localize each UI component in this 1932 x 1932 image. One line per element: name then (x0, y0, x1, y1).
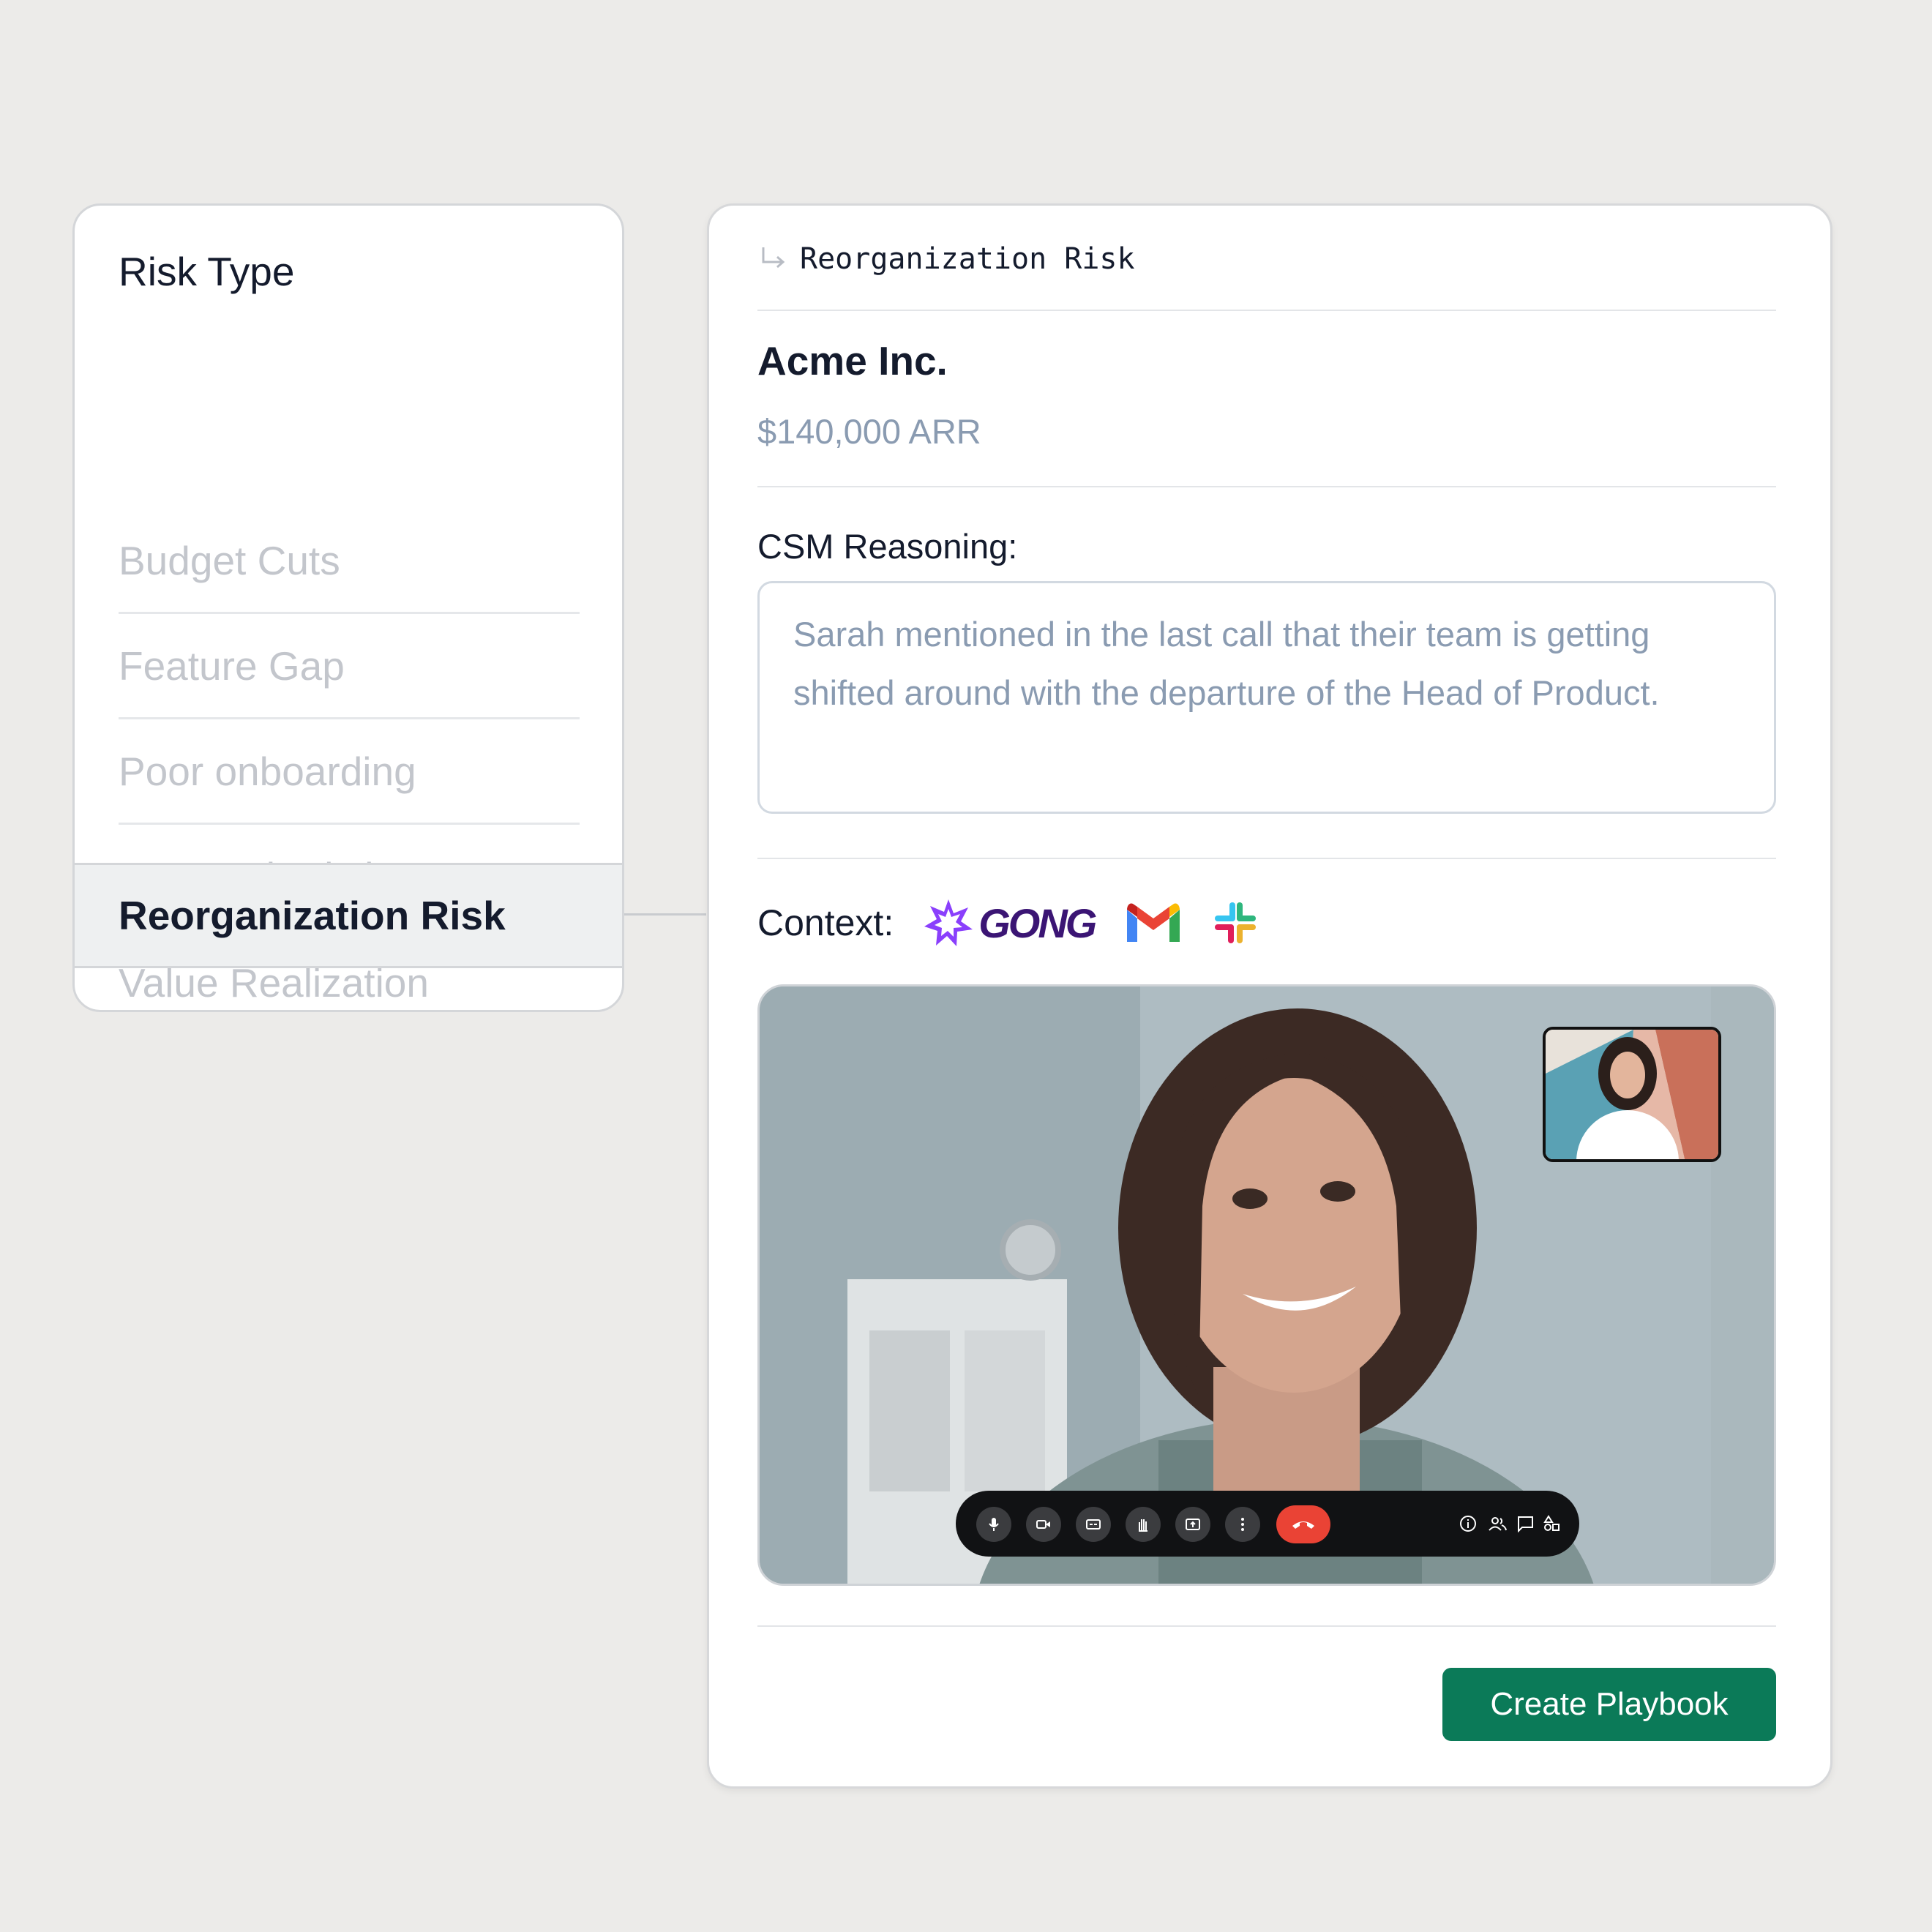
camera-icon[interactable] (1026, 1507, 1061, 1542)
context-label: Context: (757, 902, 894, 943)
captions-icon[interactable] (1076, 1507, 1111, 1542)
breadcrumb: Reorganization Risk (757, 242, 1135, 276)
connector-line (624, 913, 706, 916)
risk-item-label: Budget Cuts (119, 537, 340, 583)
divider (757, 486, 1776, 487)
divider (757, 858, 1776, 859)
hang-up-icon (1292, 1521, 1314, 1529)
video-call-preview[interactable] (757, 984, 1776, 1586)
gmail-logo[interactable] (1124, 901, 1183, 945)
self-view-thumbnail[interactable] (1543, 1027, 1721, 1162)
context-row: Context: GONG (757, 886, 1288, 959)
risk-detail-card: Reorganization Risk Acme Inc. $140,000 A… (707, 203, 1832, 1789)
more-icon[interactable] (1225, 1507, 1260, 1542)
hang-up-button[interactable] (1276, 1505, 1330, 1543)
risk-item-poor-onboarding[interactable]: Poor onboarding (119, 719, 580, 825)
call-controls-bar (956, 1491, 1579, 1557)
csm-reasoning-text[interactable]: Sarah mentioned in the last call that th… (757, 581, 1776, 814)
company-name: Acme Inc. (757, 338, 948, 383)
create-playbook-button[interactable]: Create Playbook (1442, 1668, 1776, 1741)
raise-hand-icon[interactable] (1126, 1507, 1161, 1542)
gong-logo[interactable]: GONG (923, 897, 1097, 948)
activities-icon[interactable] (1541, 1513, 1562, 1534)
breadcrumb-label: Reorganization Risk (800, 242, 1135, 276)
risk-type-panel: Risk Type Budget Cuts Feature Gap Poor o… (72, 203, 624, 1012)
risk-item-label: Reorganization Risk (119, 893, 506, 938)
mic-icon[interactable] (976, 1507, 1011, 1542)
risk-type-title: Risk Type (119, 249, 295, 294)
info-icon[interactable] (1458, 1513, 1478, 1534)
arr-value: $140,000 ARR (757, 412, 981, 451)
risk-item-label: Poor onboarding (119, 748, 416, 794)
risk-item-budget-cuts[interactable]: Budget Cuts (119, 509, 580, 614)
people-icon[interactable] (1487, 1513, 1508, 1534)
gong-burst-icon (924, 899, 973, 946)
csm-reasoning-label: CSM Reasoning: (757, 527, 1018, 566)
risk-item-label: Feature Gap (119, 643, 345, 689)
divider (757, 1625, 1776, 1627)
return-arrow-icon (762, 247, 785, 269)
divider (757, 310, 1776, 311)
risk-item-reorganization-risk[interactable]: Reorganization Risk (75, 863, 622, 968)
gong-wordmark: GONG (978, 899, 1097, 946)
slack-logo[interactable] (1212, 899, 1259, 946)
risk-item-feature-gap[interactable]: Feature Gap (119, 614, 580, 719)
chat-icon[interactable] (1515, 1513, 1535, 1534)
present-icon[interactable] (1175, 1507, 1210, 1542)
